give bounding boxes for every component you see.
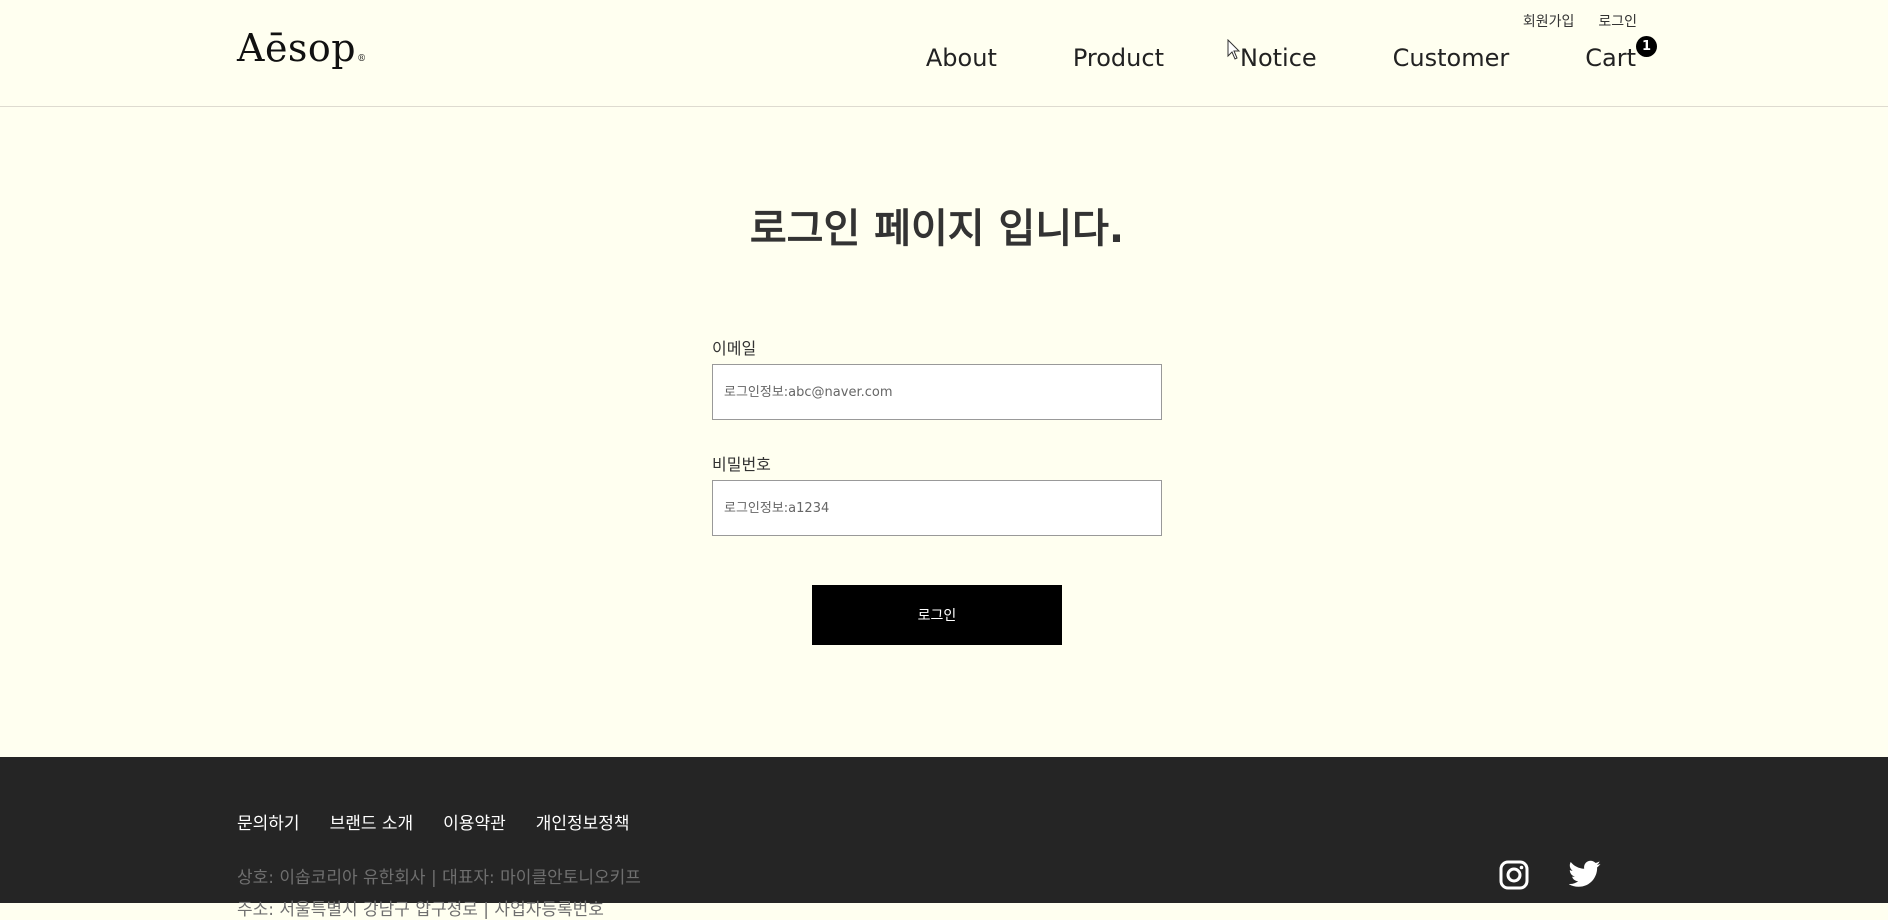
footer-link-brand[interactable]: 브랜드 소개	[330, 809, 414, 834]
nav-notice[interactable]: Notice	[1240, 44, 1317, 72]
nav-product[interactable]: Product	[1073, 44, 1164, 72]
nav-cart-label[interactable]: Cart	[1585, 44, 1636, 72]
mouse-pointer-icon	[1227, 39, 1241, 60]
page-title: 로그인 페이지 입니다.	[749, 206, 1125, 252]
instagram-icon[interactable]	[1499, 860, 1529, 890]
login-button[interactable]: 로그인	[812, 585, 1062, 645]
footer-link-inquiry[interactable]: 문의하기	[237, 809, 300, 834]
site-footer: 문의하기 브랜드 소개 이용약관 개인정보정책 상호: 이솝코리아 유한회사 |…	[0, 757, 1888, 920]
signup-link[interactable]: 회원가입	[1523, 11, 1575, 31]
email-field[interactable]	[712, 364, 1162, 420]
password-label: 비밀번호	[712, 455, 771, 474]
login-link[interactable]: 로그인	[1598, 11, 1637, 31]
social-links	[1499, 860, 1601, 890]
aesop-logo[interactable]: Aēsop®	[237, 26, 367, 70]
email-label: 이메일	[712, 339, 757, 358]
password-field[interactable]	[712, 480, 1162, 536]
footer-link-privacy[interactable]: 개인정보정책	[536, 809, 630, 834]
site-header: Aēsop® 회원가입 로그인 About Product Notice Cus…	[0, 0, 1888, 107]
cart-count-badge: 1	[1636, 36, 1657, 57]
company-info-second-line: 주소: 서울특별시 강남구 압구정로 | 사업자등록번호	[237, 900, 604, 920]
registered-mark: ®	[357, 54, 367, 64]
footer-links: 문의하기 브랜드 소개 이용약관 개인정보정책	[237, 809, 630, 834]
footer-link-terms[interactable]: 이용약관	[443, 809, 506, 834]
twitter-icon[interactable]	[1569, 860, 1601, 888]
logo-text[interactable]: Aēsop	[237, 26, 356, 70]
nav-about[interactable]: About	[926, 44, 997, 72]
utility-links: 회원가입 로그인	[1523, 11, 1637, 31]
nav-cart[interactable]: Cart 1	[1585, 36, 1657, 72]
company-info: 상호: 이솝코리아 유한회사 | 대표자: 마이클안토니오키프	[237, 868, 641, 888]
main-nav: About Product Notice Customer Cart 1	[926, 36, 1657, 72]
nav-customer[interactable]: Customer	[1393, 44, 1510, 72]
